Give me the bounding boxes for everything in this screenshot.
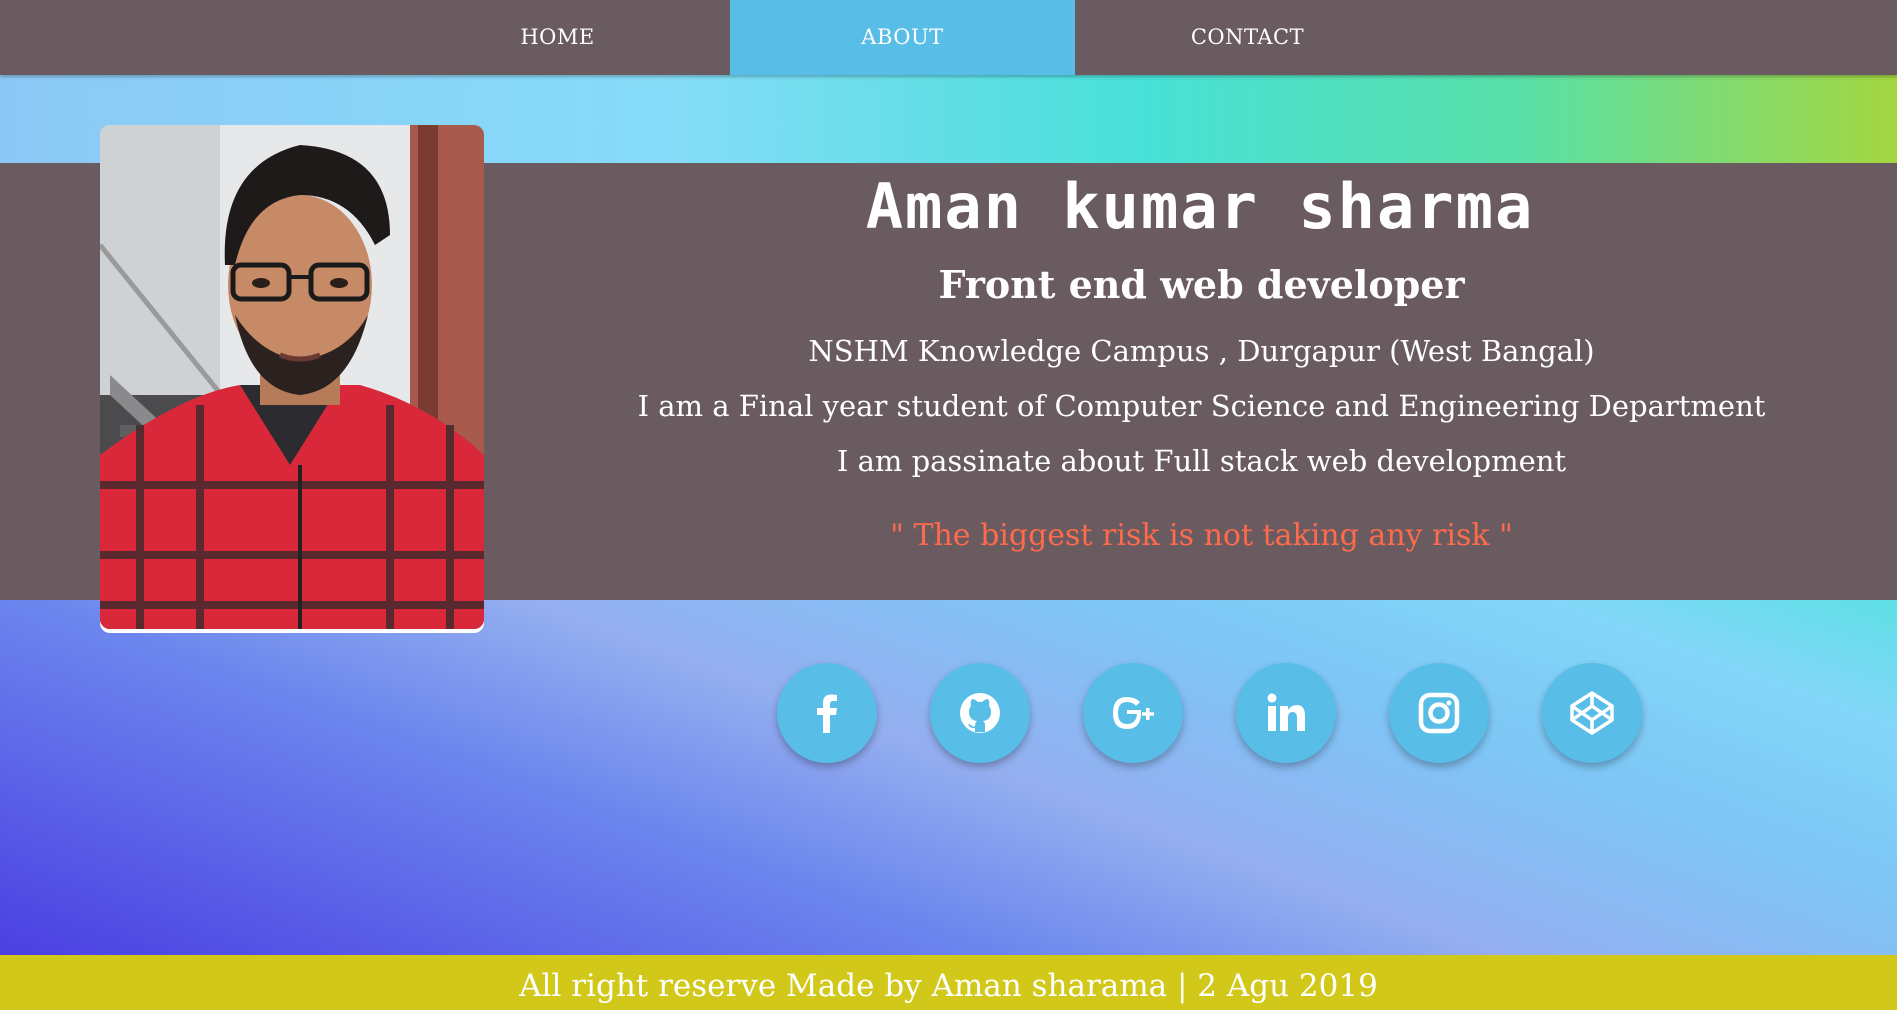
instagram-icon bbox=[1418, 692, 1460, 734]
github-button[interactable] bbox=[930, 663, 1030, 763]
top-nav: HOME ABOUT CONTACT bbox=[0, 0, 1897, 75]
linkedin-icon bbox=[1267, 693, 1305, 731]
facebook-button[interactable] bbox=[777, 663, 877, 763]
nav-contact[interactable]: CONTACT bbox=[1075, 0, 1420, 75]
lower-gradient bbox=[0, 600, 1897, 955]
profile-photo-illustration bbox=[100, 125, 484, 629]
codepen-icon bbox=[1570, 691, 1614, 735]
profile-study: I am a Final year student of Computer Sc… bbox=[637, 389, 1766, 423]
linkedin-button[interactable] bbox=[1236, 663, 1336, 763]
facebook-icon bbox=[817, 694, 837, 733]
instagram-button[interactable] bbox=[1389, 663, 1489, 763]
codepen-button[interactable] bbox=[1542, 663, 1642, 763]
footer: All right reserve Made by Aman sharama |… bbox=[0, 955, 1897, 1010]
google-plus-button[interactable] bbox=[1083, 663, 1183, 763]
google-plus-icon bbox=[1113, 697, 1154, 729]
profile-quote: " The biggest risk is not taking any ris… bbox=[890, 518, 1513, 553]
nav-about[interactable]: ABOUT bbox=[730, 0, 1075, 75]
nav-home[interactable]: HOME bbox=[385, 0, 730, 75]
github-icon bbox=[960, 693, 1000, 733]
profile-college: NSHM Knowledge Campus , Durgapur (West B… bbox=[808, 334, 1595, 368]
footer-text: All right reserve Made by Aman sharama |… bbox=[519, 968, 1378, 1004]
profile-photo bbox=[100, 125, 484, 629]
profile-role: Front end web developer bbox=[938, 262, 1465, 307]
profile-name: Aman kumar sharma bbox=[865, 170, 1535, 243]
profile-passion: I am passinate about Full stack web deve… bbox=[836, 444, 1567, 478]
